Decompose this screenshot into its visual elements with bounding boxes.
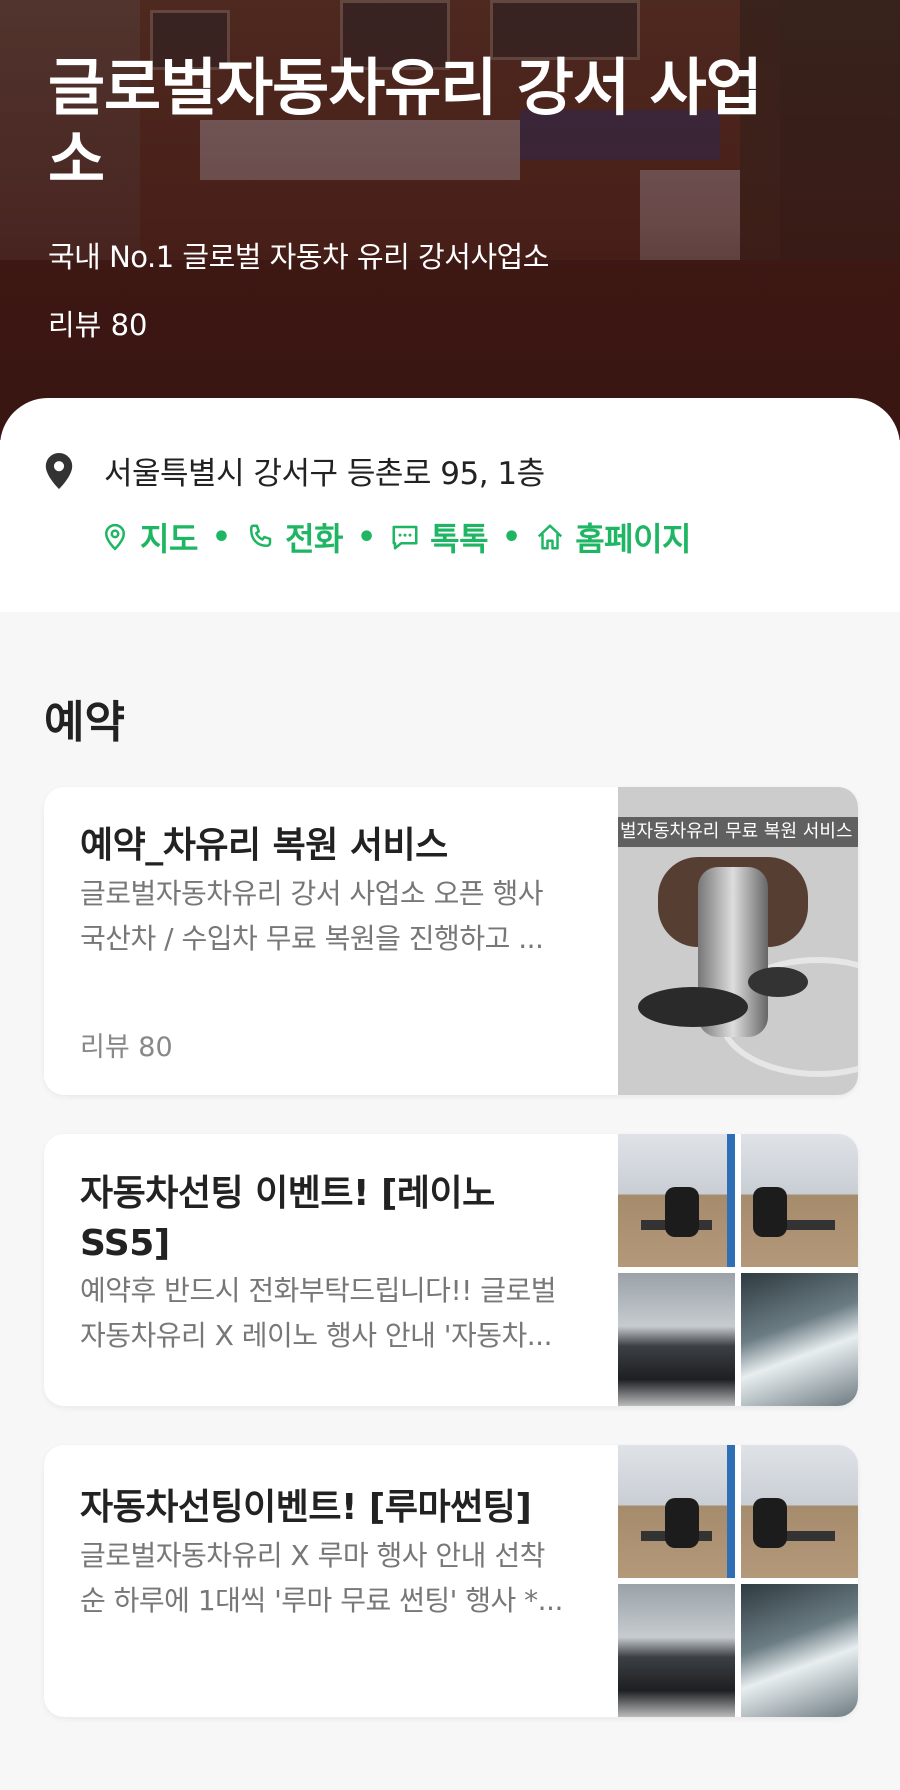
call-link[interactable]: 전화 (245, 514, 343, 560)
address-text: 서울특별시 강서구 등촌로 95, 1층 (104, 456, 545, 492)
talk-link-label: 톡톡 (430, 520, 489, 558)
booking-card-desc: 글로벌자동차유리 강서 사업소 오픈 행사 국산차 / 수입차 무료 복원을 진… (80, 871, 580, 961)
booking-card-title: 예약_차유리 복원 서비스 (80, 825, 448, 866)
map-link[interactable]: 지도 (100, 514, 198, 560)
page-subtitle: 국내 No.1 글로벌 자동차 유리 강서사업소 (48, 240, 549, 274)
review-count[interactable]: 리뷰 80 (48, 302, 147, 344)
booking-card-desc-line: 글로벌자동차유리 X 루마 행사 안내 선착 (80, 1539, 545, 1572)
map-pin-icon (104, 523, 126, 551)
booking-card-thumbnail (618, 1134, 858, 1406)
booking-card-desc-line: 순 하루에 1대씩 '루마 무료 썬팅' 행사 *... (80, 1584, 563, 1617)
booking-card-desc-line: 예약후 반드시 전화부탁드립니다!! 글로벌 (80, 1274, 557, 1307)
location-pin-icon (44, 452, 74, 489)
booking-card-desc-line: 국산차 / 수입차 무료 복원을 진행하고 ... (80, 922, 544, 955)
booking-card-title: 자동차선팅 이벤트! [레이노 SS5] (80, 1173, 495, 1264)
place-info-card: 서울특별시 강서구 등촌로 95, 1층 지도 • 전화 • 톡톡 • 홈페이지 (0, 398, 900, 612)
phone-icon (250, 524, 272, 547)
booking-card-desc-line: 자동차유리 X 레이노 행사 안내 '자동차... (80, 1319, 552, 1352)
separator-dot: • (211, 519, 232, 555)
homepage-link-label: 홈페이지 (575, 520, 691, 558)
booking-card[interactable]: 자동차선팅이벤트! [루마썬팅] 글로벌자동차유리 X 루마 행사 안내 선착 … (44, 1445, 858, 1717)
action-links: 지도 • 전화 • 톡톡 • 홈페이지 (100, 514, 691, 560)
homepage-link[interactable]: 홈페이지 (535, 514, 691, 560)
booking-card-review: 리뷰 80 (80, 1032, 173, 1063)
booking-card-title: 자동차선팅이벤트! [루마썬팅] (80, 1487, 532, 1528)
call-link-label: 전화 (285, 520, 343, 558)
booking-card-thumbnail (618, 1445, 858, 1717)
booking-card[interactable]: 자동차선팅 이벤트! [레이노 SS5] 예약후 반드시 전화부탁드립니다!! … (44, 1134, 858, 1406)
chat-icon (392, 525, 418, 550)
separator-dot: • (502, 519, 522, 555)
booking-card-desc-line: 글로벌자동차유리 강서 사업소 오픈 행사 (80, 877, 544, 910)
talk-link[interactable]: 톡톡 (390, 514, 489, 560)
separator-dot: • (356, 519, 377, 555)
thumbnail-banner-text: 벌자동차유리 무료 복원 서비스 C (618, 817, 858, 847)
home-icon (538, 524, 563, 550)
booking-card-desc: 글로벌자동차유리 X 루마 행사 안내 선착 순 하루에 1대씩 '루마 무료 … (80, 1533, 580, 1623)
map-link-label: 지도 (140, 520, 198, 558)
address-row[interactable]: 서울특별시 강서구 등촌로 95, 1층 (44, 448, 545, 493)
booking-card-desc: 예약후 반드시 전화부탁드립니다!! 글로벌 자동차유리 X 레이노 행사 안내… (80, 1268, 580, 1358)
booking-card[interactable]: 예약_차유리 복원 서비스 글로벌자동차유리 강서 사업소 오픈 행사 국산차 … (44, 787, 858, 1095)
page-title: 글로벌자동차유리 강서 사업소 (48, 51, 763, 196)
section-title-reservation: 예약 (44, 697, 125, 748)
hero-header: 글로벌자동차유리 강서 사업소 국내 No.1 글로벌 자동차 유리 강서사업소… (0, 0, 900, 440)
booking-card-thumbnail: 벌자동차유리 무료 복원 서비스 C (618, 787, 858, 1095)
